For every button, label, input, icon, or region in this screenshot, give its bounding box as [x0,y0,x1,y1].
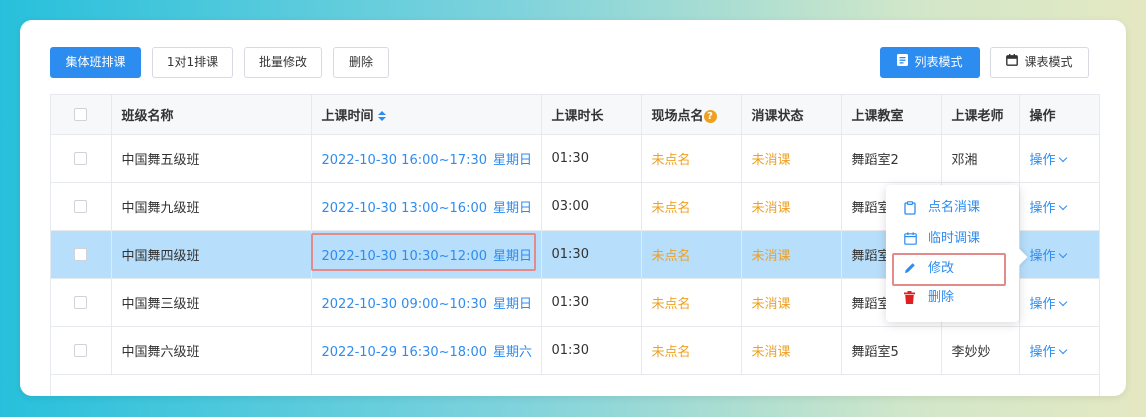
group-schedule-button[interactable]: 集体班排课 [50,47,141,78]
header-class-time[interactable]: 上课时间 [311,95,542,135]
class-time[interactable]: 2022-10-29 16:30~18:00 星期六 [311,326,542,375]
header-class-time-label: 上课时间 [321,108,374,124]
row-checkbox[interactable] [74,343,88,357]
weekday: 星期日 [493,296,533,312]
header-rollcall-label: 现场点名 [651,108,704,124]
pencil-icon [905,263,915,273]
menu-item-label: 临时调课 [928,231,981,246]
consume-status: 未消课 [741,230,842,279]
calendar-mode-label: 课表模式 [1024,55,1073,69]
actions-label: 操作 [1029,296,1056,312]
list-mode-label: 列表模式 [914,55,963,69]
header-rollcall: 现场点名? [641,95,742,135]
select-all-checkbox[interactable] [74,107,88,121]
chevron-down-icon [1058,153,1067,162]
rollcall-status: 未点名 [641,278,742,327]
header-room: 上课教室 [841,95,942,135]
batch-edit-button[interactable]: 批量修改 [244,47,322,78]
class-time[interactable]: 2022-10-30 10:30~12:00 星期日 [311,230,542,279]
row-actions-dropdown[interactable]: 操作 [1019,230,1099,279]
row-actions-dropdown[interactable]: 操作 [1019,278,1099,327]
duration: 01:30 [541,278,642,327]
header-teacher: 上课老师 [941,95,1020,135]
row-actions-dropdown[interactable]: 操作 [1019,182,1099,231]
consume-status: 未消课 [741,134,842,183]
menu-item-label: 修改 [928,261,955,276]
header-actions: 操作 [1019,95,1099,135]
table-header: 班级名称 上课时间 上课时长 现场点名? 消课状态 上课教室 上课老师 操作 [51,95,1099,135]
consume-status: 未消课 [741,182,842,231]
class-name: 中国舞九级班 [111,182,312,231]
delete-button[interactable]: 删除 [333,47,389,78]
duration: 01:30 [541,230,642,279]
duration: 01:30 [541,134,642,183]
time-range: 2022-10-30 13:00~16:00 [321,200,488,216]
menu-item-label: 删除 [928,290,955,305]
class-name: 中国舞六级班 [111,326,312,375]
menu-item-rollcall[interactable]: 点名消课 [886,196,1019,220]
chevron-down-icon [1058,201,1067,210]
list-icon [897,48,909,77]
menu-item-edit[interactable]: 修改 [886,257,1019,281]
weekday: 星期六 [493,344,533,360]
class-time[interactable]: 2022-10-30 16:00~17:30 星期日 [311,134,542,183]
consume-status: 未消课 [741,326,842,375]
header-class-name: 班级名称 [111,95,312,135]
calendar-mode-button[interactable]: 课表模式 [990,47,1089,78]
actions-label: 操作 [1029,344,1056,360]
trash-icon [904,291,915,304]
time-range: 2022-10-29 16:30~18:00 [321,344,488,360]
actions-label: 操作 [1029,248,1056,264]
room: 舞蹈室2 [841,134,942,183]
chevron-down-icon [1058,249,1067,258]
chevron-down-icon [1058,297,1067,306]
clipboard-icon [904,201,916,215]
class-name: 中国舞四级班 [111,230,312,279]
room: 舞蹈室5 [841,326,942,375]
row-checkbox[interactable] [74,295,88,309]
row-checkbox[interactable] [74,247,88,261]
rollcall-status: 未点名 [641,230,742,279]
duration: 03:00 [541,182,642,231]
table-row: 中国舞五级班 2022-10-30 16:00~17:30 星期日 01:30 未… [51,134,1099,183]
rollcall-status: 未点名 [641,182,742,231]
duration: 01:30 [541,326,642,375]
one-on-one-schedule-button[interactable]: 1对1排课 [152,47,233,78]
calendar-icon [1006,48,1019,77]
time-range: 2022-10-30 16:00~17:30 [321,152,488,168]
table-row: 中国舞六级班 2022-10-29 16:30~18:00 星期六 01:30 未… [51,326,1099,375]
calendar-icon [904,232,917,245]
class-name: 中国舞五级班 [111,134,312,183]
weekday: 星期日 [493,200,533,216]
weekday: 星期日 [493,248,533,264]
menu-item-label: 点名消课 [928,200,981,215]
menu-item-reschedule[interactable]: 临时调课 [886,227,1019,251]
help-icon[interactable]: ? [703,109,717,123]
weekday: 星期日 [493,152,533,168]
teacher: 李妙妙 [941,326,1020,375]
consume-status: 未消课 [741,278,842,327]
actions-label: 操作 [1029,200,1056,216]
list-mode-button[interactable]: 列表模式 [880,47,980,78]
actions-label: 操作 [1029,152,1056,168]
chevron-down-icon [1058,345,1067,354]
header-status: 消课状态 [741,95,842,135]
header-duration: 上课时长 [541,95,642,135]
row-actions-dropdown[interactable]: 操作 [1019,326,1099,375]
teacher: 邓湘 [941,134,1020,183]
menu-item-delete[interactable]: 删除 [886,286,1019,310]
row-checkbox[interactable] [74,199,88,213]
rollcall-status: 未点名 [641,134,742,183]
class-time[interactable]: 2022-10-30 13:00~16:00 星期日 [311,182,542,231]
class-name: 中国舞三级班 [111,278,312,327]
sort-icon[interactable] [377,111,386,122]
row-checkbox[interactable] [74,151,88,165]
row-actions-menu: 点名消课 临时调课 修改 删除 [886,185,1028,322]
time-range: 2022-10-30 10:30~12:00 [321,248,488,264]
time-range: 2022-10-30 09:00~10:30 [321,296,488,312]
rollcall-status: 未点名 [641,326,742,375]
schedule-card: 集体班排课 1对1排课 批量修改 删除 列表模式 课表模式 班级名称 上课时间 … [20,20,1126,396]
row-actions-dropdown[interactable]: 操作 [1019,134,1099,183]
class-time[interactable]: 2022-10-30 09:00~10:30 星期日 [311,278,542,327]
